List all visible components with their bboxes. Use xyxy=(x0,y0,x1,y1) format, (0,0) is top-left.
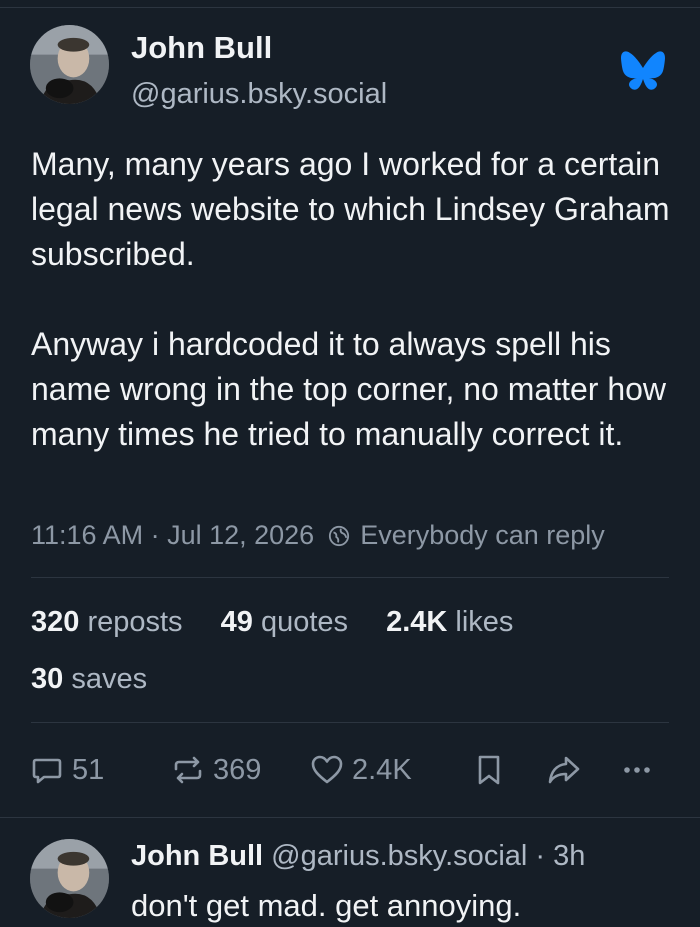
post-timestamp[interactable]: 11:16 AM · Jul 12, 2026 xyxy=(31,520,314,551)
saves-stat[interactable]: 30 saves xyxy=(31,663,147,695)
saves-count: 30 xyxy=(31,663,64,695)
repost-button[interactable]: 369 xyxy=(171,745,261,795)
save-button[interactable] xyxy=(472,745,514,795)
post-text: Many, many years ago I worked for a cert… xyxy=(31,142,671,457)
top-divider xyxy=(0,7,700,8)
reply-age: · 3h xyxy=(535,840,586,872)
reply-setting[interactable]: Everybody can reply xyxy=(360,520,605,551)
reposts-count: 320 xyxy=(31,606,80,638)
like-button[interactable]: 2.4K xyxy=(310,745,412,795)
share-button[interactable] xyxy=(547,745,589,795)
saves-label: saves xyxy=(71,663,148,695)
author-handle[interactable]: @garius.bsky.social xyxy=(131,78,387,111)
repost-count: 369 xyxy=(213,753,262,786)
reposts-stat[interactable]: 320 reposts xyxy=(31,606,183,638)
share-arrow-icon xyxy=(548,756,580,784)
reply-text: don't get mad. get annoying. xyxy=(131,888,522,923)
post-paragraph: Anyway i hardcoded it to always spell hi… xyxy=(31,326,667,452)
globe-icon xyxy=(329,525,350,546)
divider xyxy=(0,817,700,818)
engagement-stats-row-2: 30 saves xyxy=(31,663,177,696)
likes-count: 2.4K xyxy=(386,606,448,638)
quotes-count: 49 xyxy=(220,606,253,638)
more-options-button[interactable] xyxy=(620,745,662,795)
post-actions: 51 369 2.4K xyxy=(0,745,700,795)
speech-bubble-icon xyxy=(32,758,62,784)
author-name[interactable]: John Bull xyxy=(131,30,272,66)
quotes-stat[interactable]: 49 quotes xyxy=(221,606,348,638)
divider xyxy=(31,722,669,723)
repost-arrows-icon xyxy=(174,756,202,784)
bluesky-butterfly-icon xyxy=(621,51,665,90)
quotes-label: quotes xyxy=(260,606,349,638)
author-avatar[interactable] xyxy=(30,25,109,104)
post-paragraph: Many, many years ago I worked for a cert… xyxy=(31,146,670,272)
divider xyxy=(31,577,669,578)
bookmark-icon xyxy=(478,755,500,785)
likes-stat[interactable]: 2.4K likes xyxy=(386,606,513,638)
reposts-label: reposts xyxy=(87,606,183,638)
engagement-stats-row-1: 320 reposts 49 quotes 2.4K likes xyxy=(31,606,543,639)
reply-author-name[interactable]: John Bull xyxy=(131,840,263,872)
post-meta: 11:16 AM · Jul 12, 2026 Everybody can re… xyxy=(31,520,605,551)
reply-button[interactable]: 51 xyxy=(30,745,104,795)
reply-author-handle[interactable]: @garius.bsky.social xyxy=(271,840,527,872)
likes-label: likes xyxy=(455,606,514,638)
reply-author-avatar[interactable] xyxy=(30,839,109,918)
ellipsis-icon xyxy=(624,767,650,773)
like-count: 2.4K xyxy=(352,753,412,786)
heart-icon xyxy=(311,755,343,784)
reply-header: John Bull @garius.bsky.social · 3h xyxy=(131,840,585,873)
reply-count: 51 xyxy=(72,753,105,786)
